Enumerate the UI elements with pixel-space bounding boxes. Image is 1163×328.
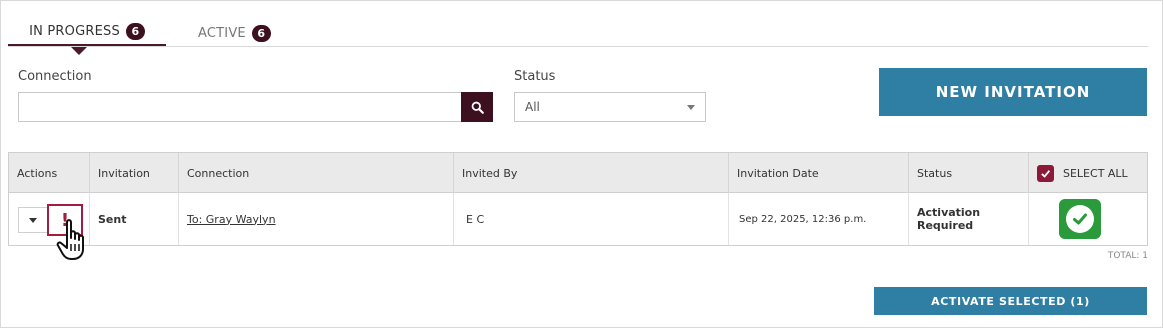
status-label: Status: [514, 69, 556, 84]
tab-in-progress-label: IN PROGRESS: [29, 24, 120, 39]
connection-label: Connection: [18, 69, 92, 84]
row-status-cell: Activation Required: [909, 193, 1029, 245]
row-actions-cell: !: [9, 193, 90, 260]
header-invitation[interactable]: Invitation: [90, 153, 179, 193]
select-all-checkbox[interactable]: [1037, 164, 1054, 182]
header-actions: Actions: [9, 153, 90, 193]
chevron-down-icon: [29, 217, 37, 223]
row-select-checkbox[interactable]: [1059, 199, 1101, 239]
search-icon: [471, 101, 484, 114]
header-invited-by[interactable]: Invited By: [454, 153, 729, 193]
header-connection[interactable]: Connection: [179, 153, 454, 193]
row-invitation-cell: Sent: [90, 193, 179, 245]
row-connection-cell: To: Gray Waylyn: [179, 193, 454, 245]
status-select-value: All: [525, 100, 540, 114]
header-invitation-date[interactable]: Invitation Date: [729, 153, 909, 193]
row-actions-dropdown[interactable]: [18, 207, 48, 233]
row-check-circle: [1066, 205, 1094, 233]
tab-active-count-badge: 6: [251, 24, 271, 42]
tab-in-progress[interactable]: IN PROGRESS 6: [8, 19, 166, 46]
invitations-table: Actions Invitation Connection Invited By…: [8, 152, 1148, 260]
tab-active-label: ACTIVE: [198, 25, 246, 41]
table-header: Actions Invitation Connection Invited By…: [9, 153, 1147, 193]
header-status[interactable]: Status: [909, 153, 1029, 193]
table-total-count: TOTAL: 1: [1107, 251, 1148, 261]
tab-in-progress-count-badge: 6: [125, 23, 145, 40]
tab-active[interactable]: ACTIVE 6: [198, 20, 271, 46]
alert-button[interactable]: !: [47, 204, 83, 236]
header-select-all: SELECT ALL: [1029, 153, 1147, 193]
active-tab-pointer: [71, 47, 87, 55]
check-icon: [1041, 169, 1051, 178]
search-button[interactable]: [461, 92, 493, 122]
alert-icon: !: [60, 209, 70, 231]
row-invited-by-cell: E C: [454, 193, 729, 245]
tab-bar: IN PROGRESS 6 ACTIVE 6: [8, 14, 1148, 47]
row-invitation-date-cell: Sep 22, 2025, 12:36 p.m.: [729, 193, 909, 245]
status-select[interactable]: All: [514, 92, 706, 122]
check-icon: [1073, 213, 1087, 225]
connection-search-input[interactable]: [18, 92, 461, 122]
select-all-label: SELECT ALL: [1063, 166, 1128, 180]
activate-selected-button[interactable]: ACTIVATE SELECTED (1): [874, 287, 1147, 315]
new-invitation-button[interactable]: NEW INVITATION: [879, 68, 1147, 116]
chevron-down-icon: [687, 104, 695, 110]
row-select-cell: [1029, 193, 1147, 245]
table-row: ! Sent To: Gray Waylyn E C Sep 22, 2025,…: [9, 193, 1147, 260]
connection-link[interactable]: To: Gray Waylyn: [187, 213, 276, 226]
